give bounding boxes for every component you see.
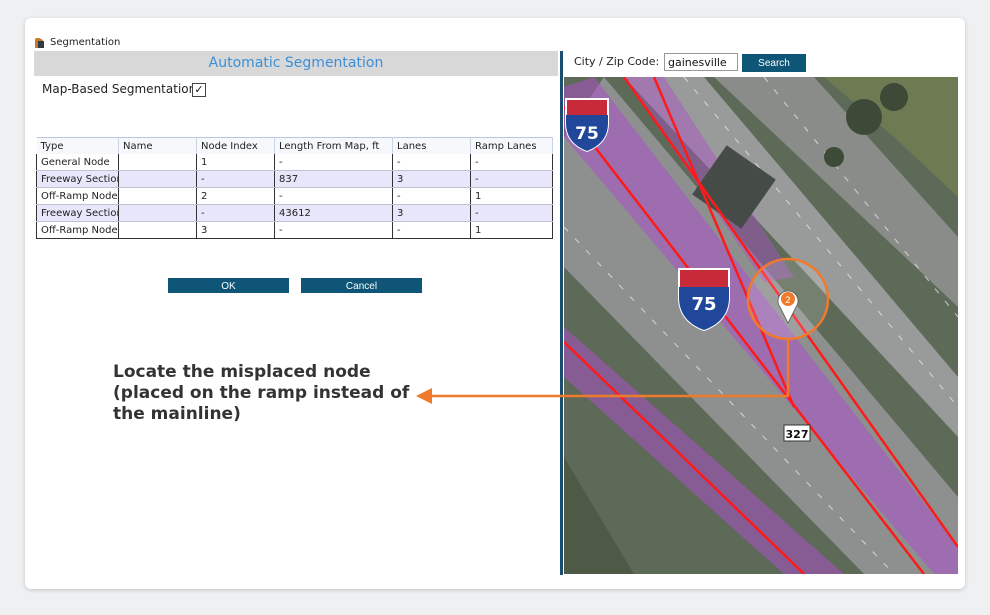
cell-type[interactable]: Off-Ramp Node: [36, 187, 119, 205]
cell-node-index[interactable]: 1: [196, 154, 275, 171]
cell-type[interactable]: Freeway Section: [36, 170, 119, 188]
table-row[interactable]: Freeway Section - 837 3 -: [36, 170, 553, 188]
cell-lanes[interactable]: -: [392, 187, 471, 205]
cell-node-index[interactable]: 3: [196, 221, 275, 239]
cell-name[interactable]: [118, 221, 197, 239]
app-icon: [35, 37, 45, 48]
marker-number: 2: [785, 296, 791, 306]
table-row[interactable]: General Node 1 - - -: [36, 154, 553, 171]
ok-button[interactable]: OK: [168, 278, 289, 293]
cell-name[interactable]: [118, 154, 197, 171]
satellite-map[interactable]: 75 75 327 2: [564, 77, 958, 574]
city-zip-input[interactable]: [664, 53, 738, 71]
shield-number: 75: [691, 294, 716, 315]
cell-type[interactable]: Off-Ramp Node: [36, 221, 119, 239]
cell-ramp-lanes[interactable]: 1: [470, 221, 553, 239]
column-header-type[interactable]: Type: [36, 137, 119, 154]
search-button[interactable]: Search: [742, 54, 806, 72]
table-row[interactable]: Off-Ramp Node 3 - - 1: [36, 221, 553, 239]
cell-node-index[interactable]: -: [196, 204, 275, 222]
svg-text:327: 327: [786, 428, 809, 441]
annotation-text: Locate the misplaced node (placed on the…: [113, 362, 433, 425]
column-header-ramp-lanes[interactable]: Ramp Lanes: [470, 137, 553, 154]
map-based-checkbox[interactable]: ✓: [192, 83, 206, 97]
cell-name[interactable]: [118, 170, 197, 188]
annotation-line-3: the mainline): [113, 404, 241, 424]
cell-ramp-lanes[interactable]: -: [470, 204, 553, 222]
table-row[interactable]: Freeway Section - 43612 3 -: [36, 204, 553, 222]
cell-type[interactable]: Freeway Section: [36, 204, 119, 222]
cell-length[interactable]: 43612: [274, 204, 393, 222]
column-header-name[interactable]: Name: [118, 137, 197, 154]
cell-lanes[interactable]: 3: [392, 204, 471, 222]
cell-lanes[interactable]: 3: [392, 170, 471, 188]
cell-lanes[interactable]: -: [392, 154, 471, 171]
shield-number: 75: [575, 124, 599, 144]
cell-name[interactable]: [118, 204, 197, 222]
map-based-label: Map-Based Segmentation: [42, 82, 197, 96]
annotation-line-2: (placed on the ramp instead of: [113, 383, 410, 403]
column-header-lanes[interactable]: Lanes: [392, 137, 471, 154]
cell-lanes[interactable]: -: [392, 221, 471, 239]
column-header-node-index[interactable]: Node Index: [196, 137, 275, 154]
cell-ramp-lanes[interactable]: 1: [470, 187, 553, 205]
road-label-badge: 327: [783, 424, 811, 442]
window-title: Segmentation: [50, 36, 121, 48]
cancel-button[interactable]: Cancel: [301, 278, 422, 293]
segments-table: Type Name Node Index Length From Map, ft…: [36, 137, 553, 239]
cell-node-index[interactable]: -: [196, 170, 275, 188]
cell-name[interactable]: [118, 187, 197, 205]
city-zip-label: City / Zip Code:: [574, 55, 660, 68]
panel-header: Automatic Segmentation: [34, 51, 558, 76]
cell-length[interactable]: -: [274, 221, 393, 239]
column-header-length[interactable]: Length From Map, ft: [274, 137, 393, 154]
panel-divider[interactable]: [560, 51, 563, 575]
window-title-bar: Segmentation: [35, 34, 120, 50]
cell-ramp-lanes[interactable]: -: [470, 170, 553, 188]
cell-length[interactable]: -: [274, 154, 393, 171]
annotation-line-1: Locate the misplaced node: [113, 362, 371, 382]
map-canvas[interactable]: 75 75 327 2: [564, 77, 958, 574]
cell-type[interactable]: General Node: [36, 154, 119, 171]
cell-length[interactable]: 837: [274, 170, 393, 188]
cell-length[interactable]: -: [274, 187, 393, 205]
cell-ramp-lanes[interactable]: -: [470, 154, 553, 171]
table-row[interactable]: Off-Ramp Node 2 - - 1: [36, 187, 553, 205]
table-header-row: Type Name Node Index Length From Map, ft…: [36, 137, 553, 154]
cell-node-index[interactable]: 2: [196, 187, 275, 205]
